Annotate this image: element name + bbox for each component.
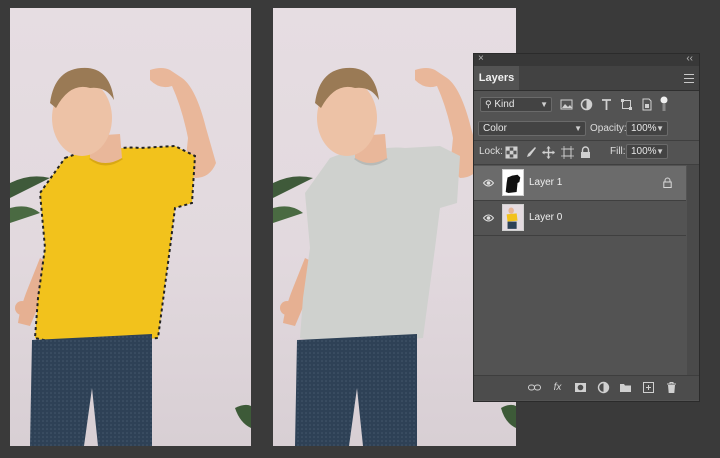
lock-position-icon[interactable]	[542, 146, 555, 159]
mask-shape-drawing	[505, 174, 521, 193]
filter-kind-dropdown[interactable]: ⚲ Kind ▼	[480, 97, 552, 112]
fill-label: Fill:	[610, 146, 626, 157]
panel-tab-bar: Layers	[474, 66, 699, 91]
lock-label: Lock:	[479, 146, 503, 157]
thumbnail-photo-drawing	[506, 207, 518, 229]
type-filter-icon[interactable]	[600, 98, 613, 111]
visibility-eye-icon[interactable]	[483, 178, 494, 188]
layer-row[interactable]: Layer 1	[474, 166, 686, 200]
group-icon[interactable]	[619, 381, 632, 394]
layer-name[interactable]: Layer 0	[529, 212, 562, 223]
original-photo	[10, 8, 251, 446]
layer-style-icon[interactable]: fx	[551, 381, 564, 394]
image-filter-icon[interactable]	[560, 98, 573, 111]
smart-object-filter-icon[interactable]	[640, 98, 653, 111]
chevron-down-icon: ▼	[656, 124, 664, 133]
lock-all-icon[interactable]	[579, 146, 592, 159]
add-mask-icon[interactable]	[574, 381, 587, 394]
panel-bottom-toolbar: fx	[474, 375, 699, 400]
layers-panel: × ‹‹ Layers ⚲ Kind ▼ Color ▼ Opacity: 10…	[473, 53, 700, 402]
panel-title-bar: × ‹‹	[474, 53, 699, 66]
filter-row: ⚲ Kind ▼	[474, 94, 699, 116]
filter-kind-value: Kind	[494, 99, 515, 110]
adjustment-layer-icon[interactable]	[597, 381, 610, 394]
visibility-eye-icon[interactable]	[483, 213, 494, 223]
layer-mask-thumbnail[interactable]	[502, 169, 524, 196]
chevron-down-icon: ▼	[574, 124, 582, 133]
opacity-label: Opacity:	[590, 123, 627, 134]
search-icon: ⚲	[485, 99, 492, 109]
layer-row[interactable]: Layer 0	[474, 201, 686, 235]
adjustment-filter-icon[interactable]	[580, 98, 593, 111]
blend-mode-dropdown[interactable]: Color ▼	[478, 121, 586, 136]
lock-transparent-pixels-icon[interactable]	[505, 146, 518, 159]
collapse-panel-icon[interactable]: ‹‹	[686, 53, 693, 64]
shape-filter-icon[interactable]	[620, 98, 633, 111]
lock-artboard-icon[interactable]	[561, 146, 574, 159]
opacity-value: 100%	[631, 123, 657, 134]
new-layer-icon[interactable]	[642, 381, 655, 394]
blend-row: Color ▼ Opacity: 100% ▼	[474, 116, 699, 140]
chevron-down-icon: ▼	[656, 147, 664, 156]
divider	[474, 235, 686, 236]
layer-image-thumbnail[interactable]	[502, 204, 524, 231]
lock-row: Lock: Fill: 100% ▼	[474, 141, 699, 163]
panel-menu-icon[interactable]	[684, 71, 694, 85]
close-icon[interactable]: ×	[478, 53, 484, 64]
chevron-down-icon: ▼	[540, 100, 548, 109]
lock-image-pixels-icon[interactable]	[524, 146, 537, 159]
filter-toggle-icon[interactable]	[660, 96, 668, 112]
opacity-field[interactable]: 100% ▼	[626, 121, 668, 136]
layer-lock-icon	[663, 177, 672, 188]
link-layers-icon[interactable]	[528, 381, 541, 394]
panel-scrollbar[interactable]	[687, 165, 699, 375]
divider	[474, 164, 699, 165]
fill-value: 100%	[631, 146, 657, 157]
blend-mode-value: Color	[483, 123, 507, 134]
delete-layer-icon[interactable]	[665, 381, 678, 394]
tab-layers[interactable]: Layers	[474, 66, 519, 90]
layer-name[interactable]: Layer 1	[529, 177, 562, 188]
fill-field[interactable]: 100% ▼	[626, 144, 668, 159]
original-photo-drawing	[10, 67, 251, 446]
